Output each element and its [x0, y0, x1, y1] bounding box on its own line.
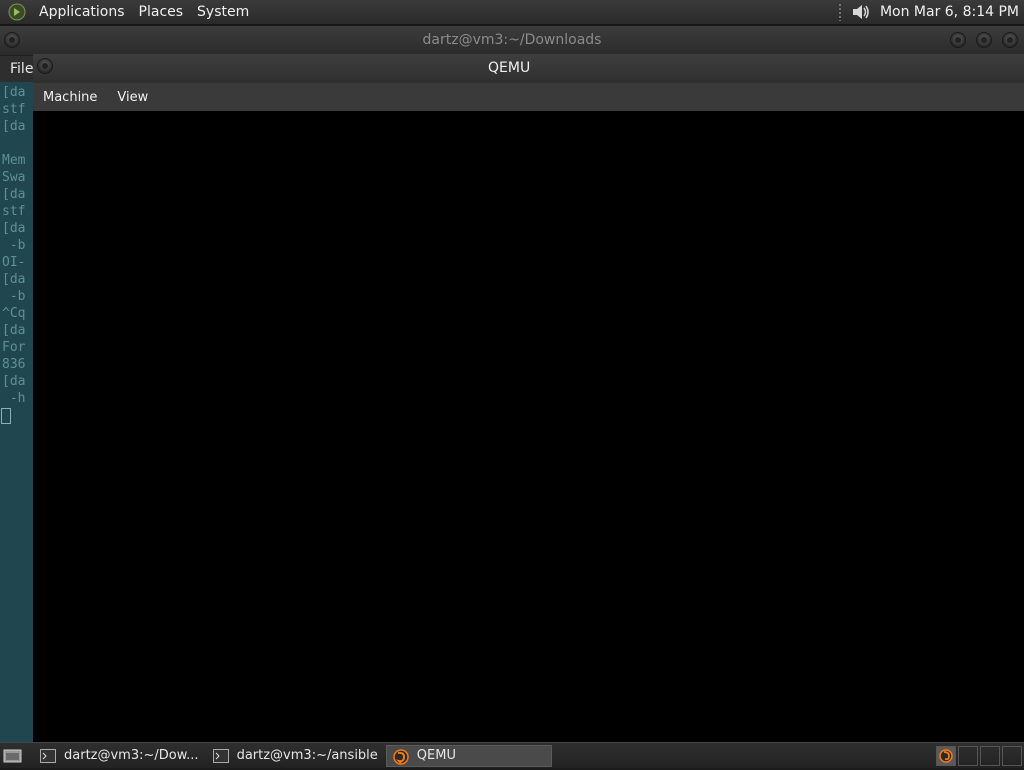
taskbar: dartz@vm3:~/Dow... dartz@vm3:~/ansible Q… — [0, 742, 1024, 768]
terminal-line: OI- — [2, 255, 26, 270]
terminal-line: -b — [2, 289, 26, 304]
show-desktop-icon[interactable] — [2, 746, 24, 766]
terminal-line: [da — [2, 374, 26, 389]
qemu-menubar: Machine View — [33, 83, 1024, 111]
machine-menu[interactable]: Machine — [33, 90, 107, 105]
applications-menu[interactable]: Applications — [32, 4, 132, 20]
maximize-button[interactable] — [976, 32, 992, 48]
terminal-file-menu[interactable]: File — [10, 61, 33, 77]
places-menu[interactable]: Places — [132, 4, 191, 20]
qemu-icon — [393, 748, 409, 765]
panel-clock[interactable]: Mon Mar 6, 8:14 PM — [880, 4, 1019, 20]
task-label: dartz@vm3:~/Dow... — [64, 748, 199, 763]
workspace-2[interactable] — [958, 745, 978, 766]
terminal-line: [da — [2, 119, 26, 134]
terminal-line: -b — [2, 238, 26, 253]
qemu-window: QEMU Machine View — [33, 54, 1024, 742]
top-panel: Applications Places System Mon Mar 6, 8:… — [0, 0, 1024, 25]
minimize-button[interactable] — [950, 32, 966, 48]
terminal-line: -h — [2, 391, 26, 406]
view-menu[interactable]: View — [107, 90, 158, 105]
task-terminal-downloads[interactable]: dartz@vm3:~/Dow... — [34, 745, 205, 767]
task-label: QEMU — [416, 748, 456, 763]
terminal-line: Mem — [2, 153, 26, 168]
terminal-title: dartz@vm3:~/Downloads — [422, 32, 602, 48]
terminal-icon — [212, 748, 229, 763]
system-menu[interactable]: System — [190, 4, 256, 20]
terminal-line: Swa — [2, 170, 26, 185]
qemu-title: QEMU — [488, 60, 531, 76]
terminal-line: ^Cq — [2, 306, 26, 321]
terminal-output[interactable]: [da stf [da Mem Swa [da stf [da -b OI- [da -b ^Cq… — [2, 84, 34, 407]
workspace-4[interactable] — [1002, 745, 1022, 766]
terminal-line: For — [2, 340, 26, 355]
gnome-foot-icon[interactable] — [7, 2, 27, 22]
terminal-line: [da — [2, 187, 26, 202]
terminal-line: [da — [2, 221, 26, 236]
terminal-cursor — [1, 408, 11, 424]
qemu-display[interactable] — [33, 111, 1024, 742]
terminal-line: stf — [2, 102, 26, 117]
terminal-titlebar[interactable]: dartz@vm3:~/Downloads — [0, 26, 1024, 56]
terminal-line: 836 — [2, 357, 26, 372]
workspace-1[interactable] — [936, 745, 956, 766]
qemu-titlebar[interactable]: QEMU — [33, 54, 1024, 83]
terminal-line: [da — [2, 85, 26, 100]
terminal-line: [da — [2, 323, 26, 338]
terminal-line: stf — [2, 204, 26, 219]
terminal-icon — [40, 748, 56, 763]
panel-handle[interactable] — [837, 3, 842, 21]
task-label: dartz@vm3:~/ansible — [236, 748, 378, 763]
workspace-3[interactable] — [980, 745, 1000, 766]
speaker-icon[interactable] — [850, 2, 872, 22]
task-qemu[interactable]: QEMU — [385, 744, 552, 767]
task-terminal-ansible[interactable]: dartz@vm3:~/ansible — [207, 745, 384, 767]
terminal-line: [da — [2, 272, 26, 287]
close-button[interactable] — [1002, 32, 1018, 48]
